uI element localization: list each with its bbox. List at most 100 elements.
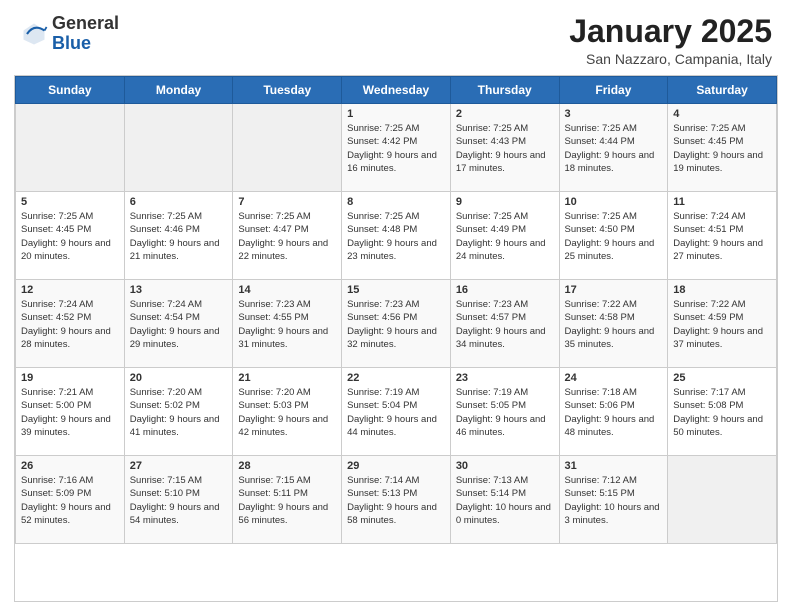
- sunrise-label: Sunrise: 7:25 AM: [130, 211, 202, 222]
- daylight-label: Daylight: 9 hours and 50 minutes.: [673, 414, 763, 438]
- calendar-cell: 1 Sunrise: 7:25 AM Sunset: 4:42 PM Dayli…: [342, 104, 451, 192]
- sunset-label: Sunset: 4:55 PM: [238, 312, 308, 323]
- calendar-cell: 28 Sunrise: 7:15 AM Sunset: 5:11 PM Dayl…: [233, 456, 342, 544]
- day-number: 25: [673, 372, 771, 384]
- day-number: 21: [238, 372, 336, 384]
- day-number: 28: [238, 460, 336, 472]
- sunrise-label: Sunrise: 7:13 AM: [456, 475, 528, 486]
- logo-general-text: General: [52, 13, 119, 33]
- sunset-label: Sunset: 4:45 PM: [673, 136, 743, 147]
- day-number: 14: [238, 284, 336, 296]
- sunset-label: Sunset: 5:02 PM: [130, 400, 200, 411]
- calendar-cell: 20 Sunrise: 7:20 AM Sunset: 5:02 PM Dayl…: [124, 368, 233, 456]
- calendar-cell: [16, 104, 125, 192]
- day-info: Sunrise: 7:25 AM Sunset: 4:50 PM Dayligh…: [565, 210, 663, 263]
- sunset-label: Sunset: 5:15 PM: [565, 488, 635, 499]
- calendar-header: SundayMondayTuesdayWednesdayThursdayFrid…: [16, 77, 777, 104]
- calendar-cell: 7 Sunrise: 7:25 AM Sunset: 4:47 PM Dayli…: [233, 192, 342, 280]
- sunrise-label: Sunrise: 7:21 AM: [21, 387, 93, 398]
- week-row-3: 12 Sunrise: 7:24 AM Sunset: 4:52 PM Dayl…: [16, 280, 777, 368]
- daylight-label: Daylight: 9 hours and 56 minutes.: [238, 502, 328, 526]
- daylight-label: Daylight: 9 hours and 39 minutes.: [21, 414, 111, 438]
- day-number: 13: [130, 284, 228, 296]
- week-row-4: 19 Sunrise: 7:21 AM Sunset: 5:00 PM Dayl…: [16, 368, 777, 456]
- day-info: Sunrise: 7:23 AM Sunset: 4:56 PM Dayligh…: [347, 298, 445, 351]
- daylight-label: Daylight: 9 hours and 23 minutes.: [347, 238, 437, 262]
- sunset-label: Sunset: 5:14 PM: [456, 488, 526, 499]
- sunrise-label: Sunrise: 7:25 AM: [456, 123, 528, 134]
- sunrise-label: Sunrise: 7:25 AM: [21, 211, 93, 222]
- sunrise-label: Sunrise: 7:25 AM: [347, 123, 419, 134]
- day-info: Sunrise: 7:20 AM Sunset: 5:02 PM Dayligh…: [130, 386, 228, 439]
- sunrise-label: Sunrise: 7:25 AM: [456, 211, 528, 222]
- weekday-header-saturday: Saturday: [668, 77, 777, 104]
- daylight-label: Daylight: 9 hours and 48 minutes.: [565, 414, 655, 438]
- sunset-label: Sunset: 4:49 PM: [456, 224, 526, 235]
- calendar-cell: 5 Sunrise: 7:25 AM Sunset: 4:45 PM Dayli…: [16, 192, 125, 280]
- calendar-cell: [233, 104, 342, 192]
- day-number: 29: [347, 460, 445, 472]
- day-number: 9: [456, 196, 554, 208]
- day-info: Sunrise: 7:24 AM Sunset: 4:52 PM Dayligh…: [21, 298, 119, 351]
- sunset-label: Sunset: 4:57 PM: [456, 312, 526, 323]
- daylight-label: Daylight: 9 hours and 37 minutes.: [673, 326, 763, 350]
- sunset-label: Sunset: 4:45 PM: [21, 224, 91, 235]
- sunset-label: Sunset: 4:46 PM: [130, 224, 200, 235]
- month-title: January 2025: [569, 14, 772, 49]
- day-info: Sunrise: 7:25 AM Sunset: 4:45 PM Dayligh…: [673, 122, 771, 175]
- logo-text: General Blue: [52, 14, 119, 54]
- calendar-cell: 11 Sunrise: 7:24 AM Sunset: 4:51 PM Dayl…: [668, 192, 777, 280]
- calendar-cell: 12 Sunrise: 7:24 AM Sunset: 4:52 PM Dayl…: [16, 280, 125, 368]
- sunrise-label: Sunrise: 7:12 AM: [565, 475, 637, 486]
- calendar-cell: [668, 456, 777, 544]
- sunrise-label: Sunrise: 7:23 AM: [347, 299, 419, 310]
- day-number: 3: [565, 108, 663, 120]
- daylight-label: Daylight: 9 hours and 46 minutes.: [456, 414, 546, 438]
- day-info: Sunrise: 7:22 AM Sunset: 4:59 PM Dayligh…: [673, 298, 771, 351]
- day-info: Sunrise: 7:23 AM Sunset: 4:55 PM Dayligh…: [238, 298, 336, 351]
- daylight-label: Daylight: 9 hours and 24 minutes.: [456, 238, 546, 262]
- calendar-cell: 18 Sunrise: 7:22 AM Sunset: 4:59 PM Dayl…: [668, 280, 777, 368]
- daylight-label: Daylight: 9 hours and 42 minutes.: [238, 414, 328, 438]
- daylight-label: Daylight: 9 hours and 58 minutes.: [347, 502, 437, 526]
- week-row-5: 26 Sunrise: 7:16 AM Sunset: 5:09 PM Dayl…: [16, 456, 777, 544]
- logo-blue-text: Blue: [52, 33, 91, 53]
- header-right: January 2025 San Nazzaro, Campania, Ital…: [569, 14, 772, 67]
- daylight-label: Daylight: 9 hours and 44 minutes.: [347, 414, 437, 438]
- calendar-cell: 16 Sunrise: 7:23 AM Sunset: 4:57 PM Dayl…: [450, 280, 559, 368]
- sunrise-label: Sunrise: 7:19 AM: [456, 387, 528, 398]
- calendar-cell: 30 Sunrise: 7:13 AM Sunset: 5:14 PM Dayl…: [450, 456, 559, 544]
- day-number: 5: [21, 196, 119, 208]
- daylight-label: Daylight: 9 hours and 31 minutes.: [238, 326, 328, 350]
- day-info: Sunrise: 7:23 AM Sunset: 4:57 PM Dayligh…: [456, 298, 554, 351]
- calendar-cell: 15 Sunrise: 7:23 AM Sunset: 4:56 PM Dayl…: [342, 280, 451, 368]
- day-info: Sunrise: 7:14 AM Sunset: 5:13 PM Dayligh…: [347, 474, 445, 527]
- day-number: 24: [565, 372, 663, 384]
- day-number: 2: [456, 108, 554, 120]
- week-row-1: 1 Sunrise: 7:25 AM Sunset: 4:42 PM Dayli…: [16, 104, 777, 192]
- day-info: Sunrise: 7:18 AM Sunset: 5:06 PM Dayligh…: [565, 386, 663, 439]
- daylight-label: Daylight: 9 hours and 52 minutes.: [21, 502, 111, 526]
- day-info: Sunrise: 7:15 AM Sunset: 5:10 PM Dayligh…: [130, 474, 228, 527]
- sunrise-label: Sunrise: 7:22 AM: [565, 299, 637, 310]
- sunset-label: Sunset: 4:54 PM: [130, 312, 200, 323]
- calendar-cell: 21 Sunrise: 7:20 AM Sunset: 5:03 PM Dayl…: [233, 368, 342, 456]
- daylight-label: Daylight: 9 hours and 35 minutes.: [565, 326, 655, 350]
- sunrise-label: Sunrise: 7:25 AM: [238, 211, 310, 222]
- calendar-cell: 19 Sunrise: 7:21 AM Sunset: 5:00 PM Dayl…: [16, 368, 125, 456]
- day-number: 6: [130, 196, 228, 208]
- sunset-label: Sunset: 5:08 PM: [673, 400, 743, 411]
- day-info: Sunrise: 7:20 AM Sunset: 5:03 PM Dayligh…: [238, 386, 336, 439]
- daylight-label: Daylight: 10 hours and 3 minutes.: [565, 502, 660, 526]
- daylight-label: Daylight: 9 hours and 19 minutes.: [673, 150, 763, 174]
- sunset-label: Sunset: 5:00 PM: [21, 400, 91, 411]
- day-number: 10: [565, 196, 663, 208]
- day-info: Sunrise: 7:16 AM Sunset: 5:09 PM Dayligh…: [21, 474, 119, 527]
- day-number: 26: [21, 460, 119, 472]
- day-info: Sunrise: 7:25 AM Sunset: 4:44 PM Dayligh…: [565, 122, 663, 175]
- sunset-label: Sunset: 5:13 PM: [347, 488, 417, 499]
- daylight-label: Daylight: 9 hours and 27 minutes.: [673, 238, 763, 262]
- day-number: 16: [456, 284, 554, 296]
- day-number: 7: [238, 196, 336, 208]
- sunset-label: Sunset: 5:03 PM: [238, 400, 308, 411]
